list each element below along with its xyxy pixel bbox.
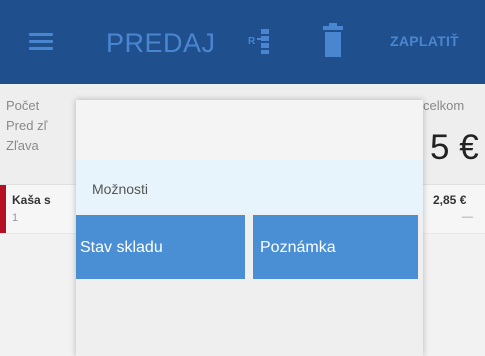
summary-before-discount-label: Pred zľ — [6, 118, 48, 133]
svg-text:R: R — [248, 36, 256, 47]
trash-icon[interactable] — [322, 22, 344, 58]
summary-discount-label: Zľava — [6, 138, 39, 153]
note-button[interactable]: Poznámka — [253, 215, 418, 279]
app-bar: PREDAJ R ZAPLATIŤ — [0, 0, 485, 84]
summary-lines: Počet Pred zľ Zľava — [6, 96, 47, 156]
item-price: 2,85 € — [433, 193, 467, 207]
summary-count-label: Počet — [6, 98, 40, 113]
register-icon[interactable]: R — [248, 27, 274, 55]
item-name: Kaša s — [12, 193, 51, 207]
options-dialog: Možnosti Stav skladu Poznámka — [76, 100, 423, 356]
dialog-header — [76, 100, 423, 160]
dialog-subtitle: Možnosti — [92, 181, 149, 197]
menu-icon[interactable] — [29, 30, 53, 52]
item-discount-dash: — — [462, 211, 473, 223]
dialog-subtitle-bar: Možnosti — [76, 160, 423, 213]
page-title: PREDAJ — [106, 28, 216, 58]
item-marker — [0, 185, 6, 233]
stock-status-button[interactable]: Stav skladu — [76, 215, 245, 279]
summary-total-value: 5 € — [430, 128, 479, 167]
item-quantity: 1 — [12, 212, 19, 224]
pay-button[interactable]: ZAPLATIŤ — [390, 33, 459, 49]
summary-total-label: celkom — [423, 98, 465, 113]
